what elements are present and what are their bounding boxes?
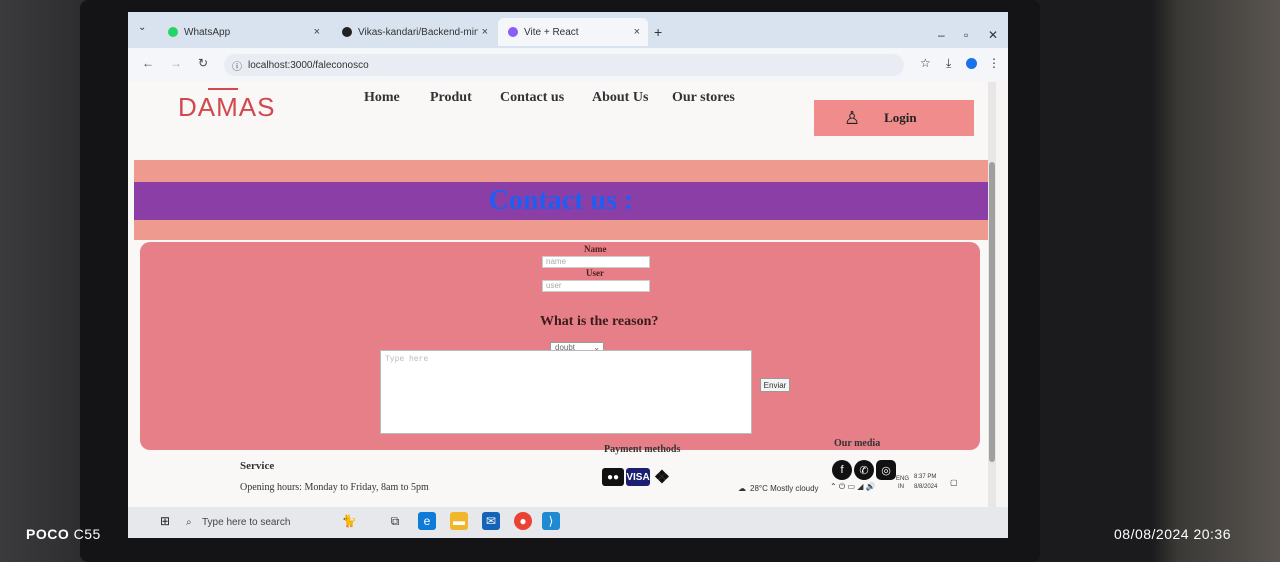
user-label: User — [586, 268, 604, 278]
tab-label: Vikas-kandari/Backend-mini-p — [358, 26, 478, 38]
tab-whatsapp[interactable]: WhatsApp × — [158, 18, 328, 46]
window-close-icon[interactable]: ✕ — [988, 28, 998, 42]
login-label: Login — [884, 110, 917, 125]
name-label: Name — [584, 244, 607, 254]
vite-icon — [508, 27, 518, 37]
pix-icon: ❖ — [653, 466, 671, 487]
name-input[interactable]: name — [542, 256, 650, 268]
tab-label: Vite + React — [524, 26, 579, 38]
media-heading: Our media — [834, 438, 881, 449]
vscode-icon[interactable]: ⟩ — [542, 512, 560, 530]
notifications-icon[interactable]: ▢ — [950, 478, 958, 487]
language-region: IN — [898, 484, 904, 490]
page-title: Contact us : — [488, 185, 634, 216]
visa-icon: VISA — [626, 468, 650, 486]
minimize-icon[interactable]: – — [938, 28, 945, 42]
weather-icon[interactable]: ☁ — [738, 484, 746, 493]
tab-github[interactable]: Vikas-kandari/Backend-mini-p × — [332, 18, 496, 46]
weather-text[interactable]: 28°C Mostly cloudy — [750, 484, 819, 493]
whatsapp-icon — [168, 27, 178, 37]
page-scrollbar[interactable] — [988, 82, 996, 507]
clock-date[interactable]: 8/8/2024 — [914, 484, 937, 490]
nav-home[interactable]: Home — [364, 90, 400, 106]
close-icon[interactable]: × — [634, 26, 640, 38]
close-icon[interactable]: × — [314, 26, 320, 38]
camera-watermark: POCO C55 — [26, 526, 101, 542]
service-hours: Opening hours: Monday to Friday, 8am to … — [240, 482, 429, 493]
scrollbar-thumb[interactable] — [989, 162, 995, 462]
profile-avatar[interactable] — [966, 58, 977, 69]
url-input[interactable]: localhost:3000/faleconosco — [224, 54, 904, 76]
restore-icon[interactable]: ▫ — [964, 28, 968, 42]
laptop-screen: ⌄ WhatsApp × Vikas-kandari/Backend-mini-… — [128, 12, 1008, 538]
banner: Contact us : — [134, 182, 988, 220]
visa-label: VISA — [626, 471, 650, 483]
mastercard-icon: ●● — [602, 468, 624, 486]
tab-search-chevron-icon[interactable]: ⌄ — [138, 22, 146, 33]
mail-icon[interactable]: ✉ — [482, 512, 500, 530]
banner-bottom-stripe — [134, 220, 988, 240]
site-info-icon[interactable]: ⓘ — [232, 58, 242, 73]
bookmark-star-icon[interactable]: ☆ — [920, 56, 931, 70]
tray-icons[interactable]: ⌃ ⏻ ▭ ◢ 🔊 — [830, 482, 876, 492]
reload-icon[interactable]: ↻ — [198, 56, 208, 70]
back-icon[interactable]: ← — [142, 56, 154, 70]
forward-icon[interactable]: → — [170, 56, 182, 70]
user-icon: ♙ — [844, 107, 861, 128]
taskbar-search[interactable]: ⌕ Type here to search — [182, 510, 342, 534]
nav-contact-us[interactable]: Contact us — [500, 90, 564, 106]
web-page: DAMAS Home Produt Contact us About Us Ou… — [128, 82, 988, 507]
whatsapp-icon[interactable]: ✆ — [854, 460, 874, 480]
task-view-icon[interactable]: ⧉ — [386, 512, 404, 530]
nav-about-us[interactable]: About Us — [592, 90, 648, 106]
reason-heading: What is the reason? — [540, 314, 659, 329]
language-indicator[interactable]: ENG — [896, 476, 909, 482]
camera-model: C55 — [69, 526, 101, 542]
login-button[interactable]: ♙ Login — [814, 100, 974, 136]
new-tab-button[interactable]: + — [654, 24, 662, 40]
facebook-icon[interactable]: f — [832, 460, 852, 480]
windows-start-icon[interactable]: ⊞ — [156, 512, 174, 530]
taskbar-search-placeholder: Type here to search — [202, 516, 291, 528]
site-logo[interactable]: DAMAS — [178, 92, 275, 123]
menu-kebab-icon[interactable]: ⋮ — [988, 56, 1000, 70]
github-icon — [342, 27, 352, 37]
message-textarea[interactable]: Type here — [380, 350, 752, 434]
submit-button[interactable]: Enviar — [760, 378, 790, 392]
instagram-icon[interactable]: ◎ — [876, 460, 896, 480]
contact-form: Name name User user What is the reason? … — [140, 242, 980, 450]
close-icon[interactable]: × — [482, 26, 488, 38]
tab-vite-react[interactable]: Vite + React × — [498, 18, 648, 46]
chrome-icon[interactable]: ● — [514, 512, 532, 530]
nav-our-stores[interactable]: Our stores — [672, 90, 735, 106]
cat-widget-icon[interactable]: 🐈 — [340, 512, 358, 530]
logo-accent — [208, 88, 238, 90]
download-icon[interactable]: ⤓ — [946, 56, 951, 71]
file-explorer-icon[interactable]: ▬ — [450, 512, 468, 530]
nav-produt[interactable]: Produt — [430, 90, 472, 106]
photo-timestamp: 08/08/2024 20:36 — [1114, 526, 1231, 542]
camera-brand: POCO — [26, 526, 70, 542]
clock-time[interactable]: 8:37 PM — [914, 474, 936, 480]
edge-icon[interactable]: e — [418, 512, 436, 530]
tab-label: WhatsApp — [184, 26, 231, 38]
search-icon: ⌕ — [186, 516, 192, 528]
url-text: localhost:3000/faleconosco — [248, 59, 369, 71]
user-input[interactable]: user — [542, 280, 650, 292]
service-heading: Service — [240, 460, 275, 472]
payment-heading: Payment methods — [604, 444, 681, 455]
